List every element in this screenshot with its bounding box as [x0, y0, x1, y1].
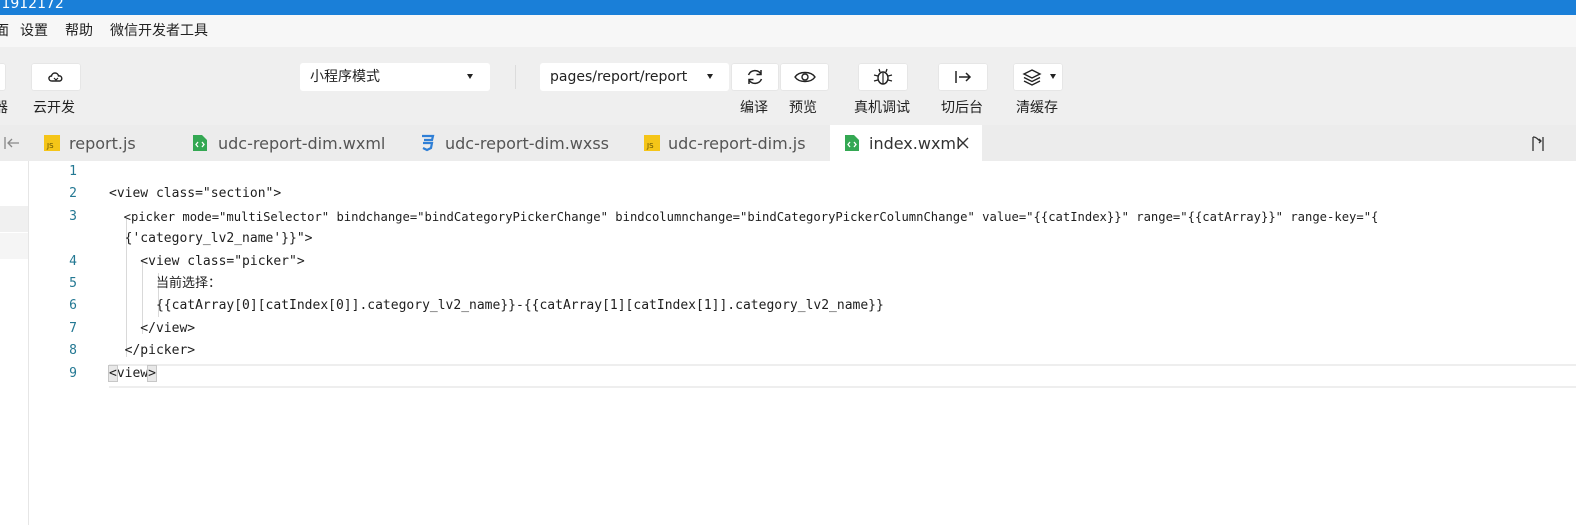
cutoff-button[interactable]	[0, 63, 6, 91]
line-number: 4	[69, 254, 77, 269]
title-bar: .1912172	[0, 0, 1576, 15]
preview-label: 预览	[789, 100, 817, 116]
code-line: <view class="section">	[109, 186, 282, 201]
file-tree-panel[interactable]	[0, 161, 29, 525]
js-file-icon: JS	[44, 135, 60, 151]
cloud-dev-label: 云开发	[33, 100, 75, 116]
clear-cache-button[interactable]	[1013, 63, 1063, 91]
real-device-debug-label: 真机调试	[854, 100, 910, 116]
tab-label: udc-report-dim.wxml	[218, 134, 386, 153]
tab-udc-report-dim-wxml[interactable]: udc-report-dim.wxml	[178, 125, 402, 161]
code-line: {{catArray[0][catIndex[0]].category_lv2_…	[109, 298, 884, 313]
tab-label: udc-report-dim.wxss	[445, 134, 610, 153]
tab-udc-report-dim-js[interactable]: JS udc-report-dim.js	[630, 125, 827, 161]
bracket-match: >	[147, 365, 157, 382]
bracket-match: <	[108, 365, 118, 382]
tab-label: report.js	[69, 134, 136, 153]
line-number: 8	[69, 343, 77, 358]
line-number: 7	[69, 321, 77, 336]
cutoff-label: 器	[0, 100, 8, 116]
code-line: </picker>	[109, 343, 196, 358]
wxml-file-icon	[193, 135, 207, 151]
mode-select-value: 小程序模式	[310, 69, 380, 85]
bug-icon	[873, 68, 893, 85]
switch-background-icon	[955, 71, 972, 83]
svg-text:JS: JS	[646, 142, 654, 150]
code-line: </view>	[109, 321, 196, 336]
menu-item-partial[interactable]: 面	[0, 15, 9, 47]
menu-item-settings[interactable]: 设置	[20, 15, 48, 47]
file-tree-highlight	[0, 233, 28, 259]
menu-bar: 面 设置 帮助 微信开发者工具	[0, 15, 1576, 48]
line-number: 2	[69, 186, 77, 201]
compare-icon[interactable]	[1527, 134, 1547, 158]
compile-button[interactable]	[731, 63, 779, 91]
editor-tab-bar: JS report.js udc-report-dim.wxml udc-rep…	[0, 125, 1576, 161]
page-select-value: pages/report/report	[550, 69, 688, 85]
close-icon[interactable]	[956, 136, 970, 150]
tab-label: udc-report-dim.js	[668, 134, 806, 153]
tab-udc-report-dim-wxss[interactable]: udc-report-dim.wxss	[405, 125, 627, 161]
switch-background-button[interactable]	[938, 63, 988, 91]
code-line: 当前选择：	[109, 276, 221, 291]
toolbar-divider	[515, 65, 516, 89]
tab-report-js[interactable]: JS report.js	[30, 125, 175, 161]
real-device-debug-button[interactable]	[858, 63, 908, 91]
code-text: view	[116, 366, 149, 381]
code-editor[interactable]: 1 2 3 4 5 6 7 8 9 <view class="section">…	[29, 161, 1576, 525]
layers-icon	[1022, 69, 1042, 86]
compile-label: 编译	[740, 100, 768, 116]
refresh-icon	[747, 69, 763, 85]
chevron-down-icon	[467, 74, 473, 79]
current-line-highlight	[109, 364, 1576, 388]
chevron-down-icon	[707, 74, 713, 79]
cloud-dev-button[interactable]	[31, 63, 81, 91]
menu-item-wechat-devtools[interactable]: 微信开发者工具	[110, 15, 208, 47]
tab-index-wxml[interactable]: index.wxml	[830, 125, 982, 161]
code-line: {'category_lv2_name'}}">	[109, 231, 313, 246]
collapse-sidebar-icon[interactable]	[2, 133, 22, 157]
menu-item-help[interactable]: 帮助	[65, 15, 93, 47]
line-number: 9	[69, 366, 77, 381]
file-tree-highlight	[0, 206, 28, 232]
line-number: 5	[69, 276, 77, 291]
svg-text:JS: JS	[46, 142, 54, 150]
code-line-last: <view>	[108, 363, 157, 385]
code-line: <picker mode="multiSelector" bindchange=…	[109, 210, 1379, 224]
js-file-icon: JS	[644, 135, 660, 151]
line-number: 3	[69, 209, 77, 224]
mode-select[interactable]: 小程序模式	[300, 63, 490, 91]
page-select[interactable]: pages/report/report	[540, 63, 729, 91]
chevron-down-icon	[1050, 74, 1056, 79]
eye-icon	[793, 71, 816, 83]
wxml-file-icon	[845, 135, 859, 151]
tab-label: index.wxml	[869, 134, 961, 153]
switch-background-label: 切后台	[941, 100, 983, 116]
css-file-icon	[422, 134, 435, 152]
preview-button[interactable]	[780, 63, 829, 91]
toolbar: 器 云开发 小程序模式 pages/report/report 编译 预览 真机…	[0, 47, 1576, 125]
cloud-icon	[48, 72, 63, 82]
window-title: .1912172	[0, 0, 64, 12]
line-number: 6	[69, 298, 77, 313]
clear-cache-label: 清缓存	[1016, 100, 1058, 116]
line-number: 1	[69, 164, 77, 179]
code-line: <view class="picker">	[109, 254, 305, 269]
